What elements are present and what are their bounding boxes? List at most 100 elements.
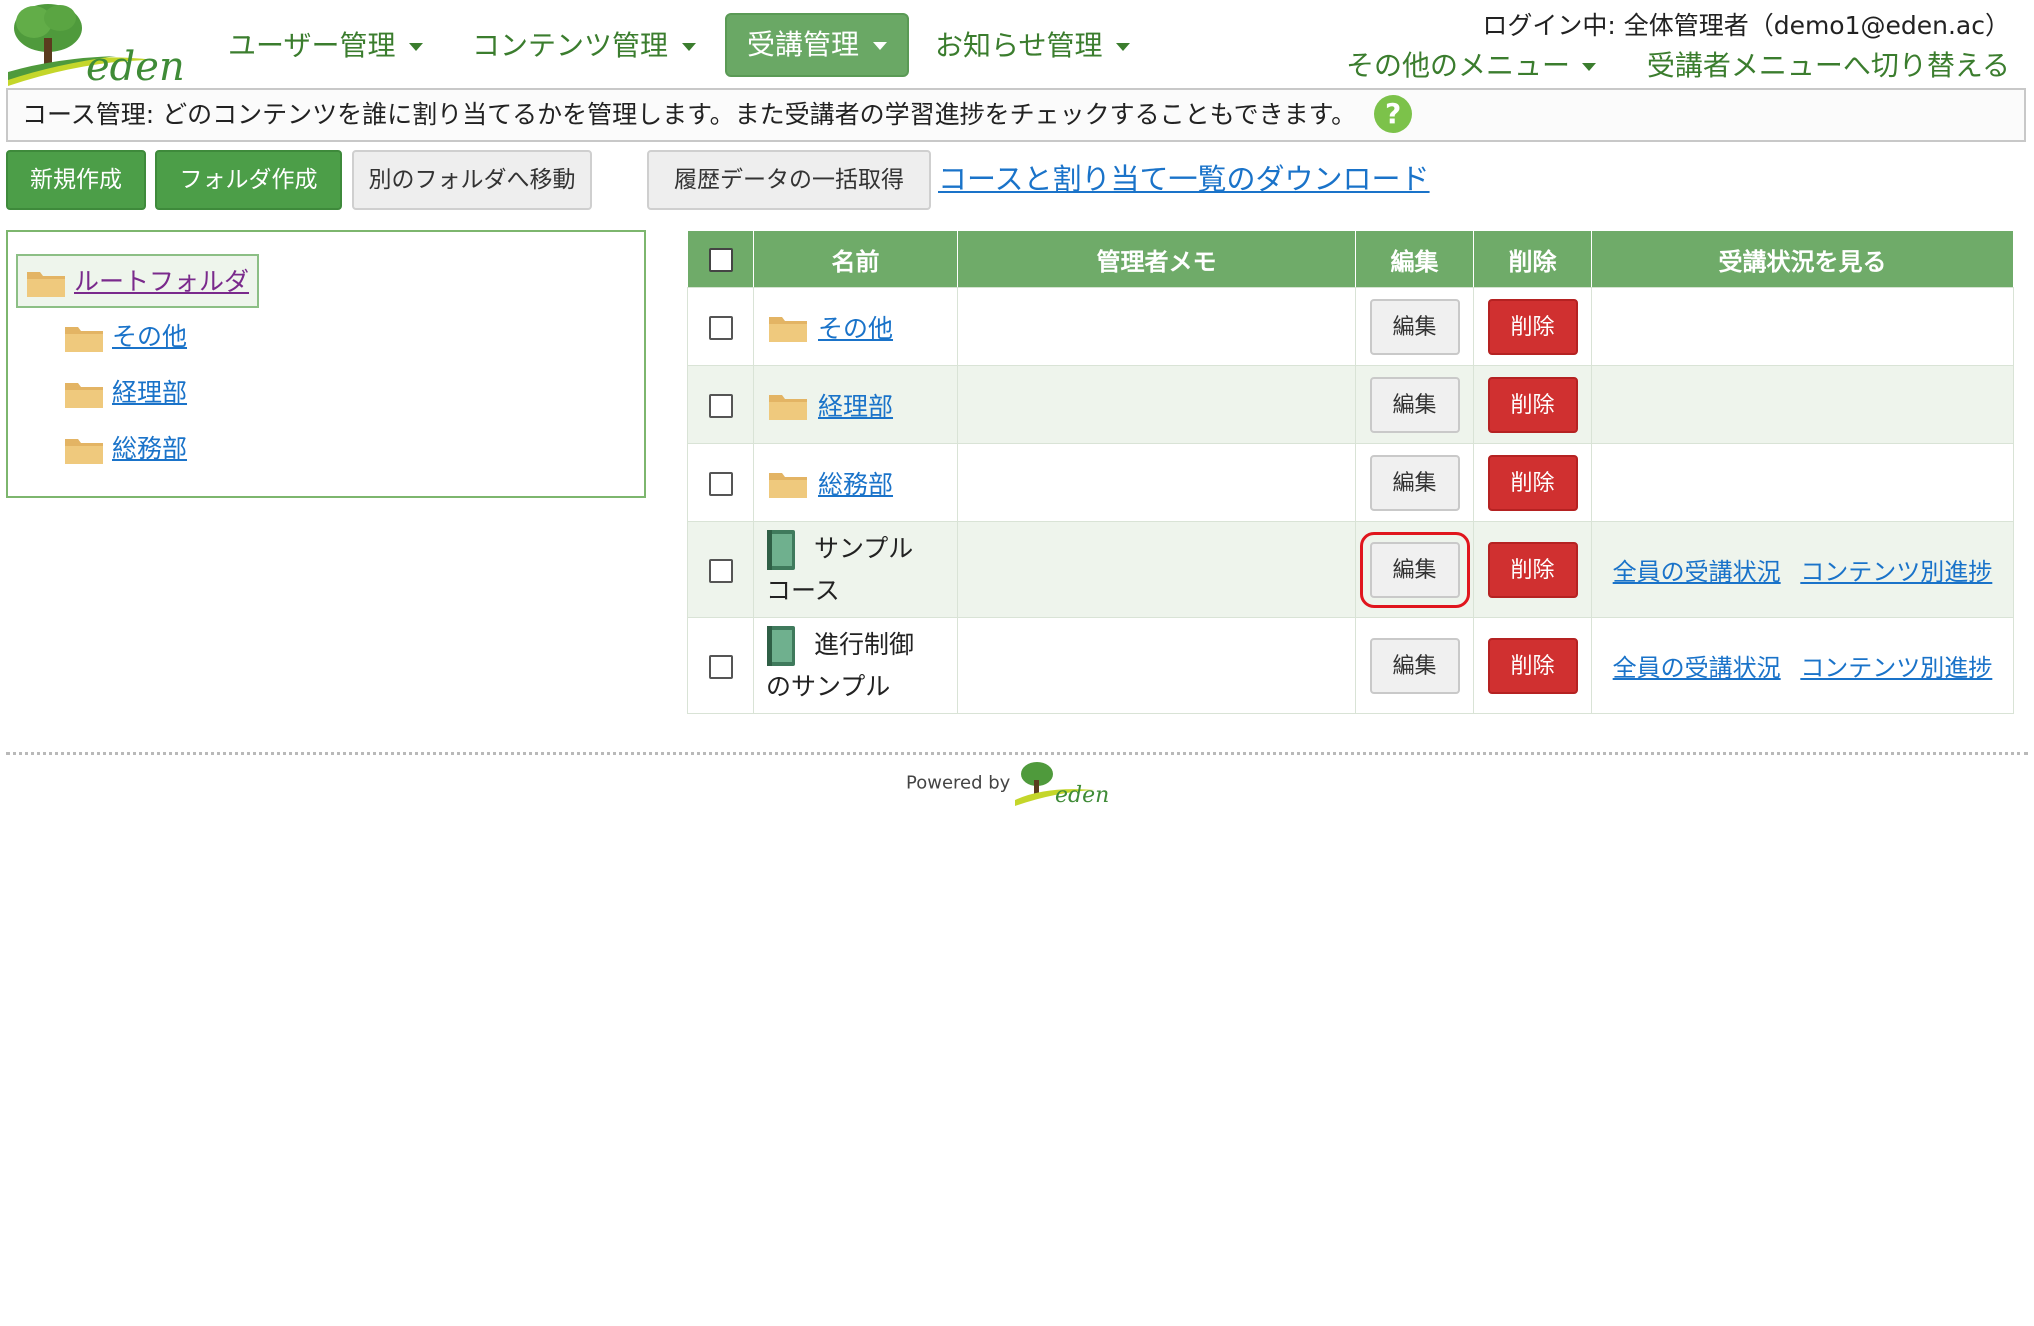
row-select-cell bbox=[687, 521, 754, 618]
edit-button[interactable]: 編集 bbox=[1369, 454, 1460, 511]
nav-label: お知らせ管理 bbox=[935, 29, 1103, 62]
edit-button[interactable]: 編集 bbox=[1369, 376, 1460, 433]
header-name: 名前 bbox=[753, 230, 958, 288]
per-content-progress-link[interactable]: コンテンツ別進捗 bbox=[1800, 654, 1992, 682]
row-checkbox[interactable] bbox=[708, 315, 733, 340]
caret-down-icon bbox=[409, 43, 424, 51]
eden-logo[interactable]: eden bbox=[6, 2, 191, 90]
info-bar: コース管理: どのコンテンツを誰に割り当てるかを管理します。また受講者の学習進捗… bbox=[6, 88, 2026, 142]
powered-by: Powered by eden bbox=[906, 760, 1115, 808]
row-name-cell: 総務部 bbox=[753, 443, 958, 522]
select-all-cell bbox=[687, 230, 754, 288]
header-memo: 管理者メモ bbox=[957, 230, 1356, 288]
row-name-link[interactable]: その他 bbox=[818, 314, 893, 343]
edit-button[interactable]: 編集 bbox=[1369, 298, 1460, 355]
caret-down-icon bbox=[1116, 43, 1131, 51]
course-name-first: サンプル bbox=[813, 533, 914, 563]
caret-down-icon bbox=[873, 42, 888, 50]
course-name-second: のサンプル bbox=[766, 671, 891, 701]
row-memo-cell bbox=[957, 287, 1356, 366]
row-select-cell bbox=[687, 617, 754, 714]
edit-button[interactable]: 編集 bbox=[1369, 637, 1460, 694]
row-memo-cell bbox=[957, 443, 1356, 522]
all-status-link[interactable]: 全員の受講状況 bbox=[1613, 654, 1781, 682]
nav-notice-management[interactable]: お知らせ管理 bbox=[915, 20, 1150, 72]
tree-item-accounting[interactable]: 経理部 bbox=[64, 372, 187, 412]
course-book-icon bbox=[767, 529, 795, 570]
folder-tree: ルートフォルダ その他 経理部 総務部 bbox=[6, 230, 646, 498]
row-status-cell bbox=[1591, 443, 2014, 522]
row-checkbox[interactable] bbox=[708, 393, 733, 418]
nav-user-management[interactable]: ユーザー管理 bbox=[208, 20, 443, 72]
course-book-icon bbox=[767, 625, 795, 666]
edit-button-highlighted[interactable]: 編集 bbox=[1359, 531, 1470, 608]
row-delete-cell: 削除 bbox=[1473, 443, 1592, 522]
table-header-row: 名前 管理者メモ 編集 削除 受講状況を見る bbox=[687, 230, 2014, 288]
nav-label: 受講管理 bbox=[747, 28, 860, 61]
course-name-line: サンプル bbox=[766, 529, 957, 571]
row-name-link[interactable]: 経理部 bbox=[818, 392, 893, 421]
folder-icon bbox=[769, 316, 807, 342]
folder-icon bbox=[769, 472, 807, 498]
switch-to-learner-link[interactable]: 受講者メニューへ切り替える bbox=[1647, 44, 2010, 84]
row-checkbox[interactable] bbox=[708, 471, 733, 496]
tree-item-general-affairs[interactable]: 総務部 bbox=[64, 428, 187, 468]
row-checkbox[interactable] bbox=[708, 558, 733, 583]
folder-icon bbox=[65, 438, 103, 464]
row-status-cell bbox=[1591, 287, 2014, 366]
nav-content-management[interactable]: コンテンツ管理 bbox=[452, 20, 716, 72]
row-delete-cell: 削除 bbox=[1473, 365, 1592, 444]
delete-button[interactable]: 削除 bbox=[1487, 454, 1578, 511]
delete-button[interactable]: 削除 bbox=[1487, 637, 1578, 694]
tree-item-label: その他 bbox=[112, 321, 188, 351]
nav-label: コンテンツ管理 bbox=[472, 29, 669, 62]
delete-button[interactable]: 削除 bbox=[1487, 376, 1578, 433]
folder-icon bbox=[65, 382, 103, 408]
footer-logo-text: eden bbox=[1055, 783, 1109, 806]
delete-button[interactable]: 削除 bbox=[1487, 541, 1578, 598]
footer-eden-logo: eden bbox=[1015, 762, 1110, 808]
header-delete: 削除 bbox=[1473, 230, 1592, 288]
row-status-cell bbox=[1591, 365, 2014, 444]
per-content-progress-link[interactable]: コンテンツ別進捗 bbox=[1800, 558, 1992, 586]
new-button[interactable]: 新規作成 bbox=[6, 150, 146, 210]
folder-icon bbox=[65, 326, 103, 352]
caret-down-icon bbox=[682, 43, 697, 51]
bulk-history-button[interactable]: 履歴データの一括取得 bbox=[647, 150, 931, 210]
all-status-link[interactable]: 全員の受講状況 bbox=[1613, 558, 1781, 586]
select-all-checkbox[interactable] bbox=[708, 248, 733, 272]
logo-text: eden bbox=[86, 44, 185, 86]
tree-item-label: 総務部 bbox=[112, 433, 188, 463]
tree-root-label: ルートフォルダ bbox=[74, 266, 250, 296]
course-table: 名前 管理者メモ 編集 削除 受講状況を見る その他 編集 削除 経理部 編集 … bbox=[687, 230, 2014, 714]
download-assignment-link[interactable]: コースと割り当て一覧のダウンロード bbox=[938, 156, 1430, 198]
row-checkbox[interactable] bbox=[708, 654, 733, 679]
move-folder-button[interactable]: 別のフォルダへ移動 bbox=[352, 150, 592, 210]
row-name-cell: サンプル コース bbox=[753, 521, 958, 618]
table-row: サンプル コース 編集 削除 全員の受講状況 コンテンツ別進捗 bbox=[687, 521, 2014, 618]
tree-item-label: 経理部 bbox=[112, 377, 188, 407]
login-info: ログイン中: 全体管理者（demo1@eden.ac） bbox=[1482, 11, 2010, 40]
row-delete-cell: 削除 bbox=[1473, 617, 1592, 714]
create-folder-button[interactable]: フォルダ作成 bbox=[155, 150, 342, 210]
other-menu[interactable]: その他のメニュー bbox=[1346, 44, 1597, 84]
row-name-link[interactable]: 総務部 bbox=[818, 470, 893, 499]
help-icon[interactable]: ? bbox=[1374, 95, 1413, 133]
info-text: コース管理: どのコンテンツを誰に割り当てるかを管理します。また受講者の学習進捗… bbox=[22, 100, 1357, 129]
tree-root-folder[interactable]: ルートフォルダ bbox=[16, 254, 260, 308]
row-select-cell bbox=[687, 365, 754, 444]
powered-by-text: Powered by bbox=[906, 772, 1011, 794]
nav-label: ユーザー管理 bbox=[228, 29, 396, 62]
row-edit-cell: 編集 bbox=[1355, 443, 1474, 522]
row-delete-cell: 削除 bbox=[1473, 287, 1592, 366]
tree-item-other[interactable]: その他 bbox=[64, 316, 187, 356]
row-name-cell: 経理部 bbox=[753, 365, 958, 444]
course-name-second: コース bbox=[766, 575, 840, 605]
course-name-first: 進行制御 bbox=[813, 629, 914, 659]
delete-button[interactable]: 削除 bbox=[1487, 298, 1578, 355]
row-select-cell bbox=[687, 443, 754, 522]
folder-icon bbox=[27, 271, 65, 297]
header-status: 受講状況を見る bbox=[1591, 230, 2014, 288]
nav-course-management[interactable]: 受講管理 bbox=[725, 13, 910, 77]
row-status-cell: 全員の受講状況 コンテンツ別進捗 bbox=[1591, 521, 2014, 618]
